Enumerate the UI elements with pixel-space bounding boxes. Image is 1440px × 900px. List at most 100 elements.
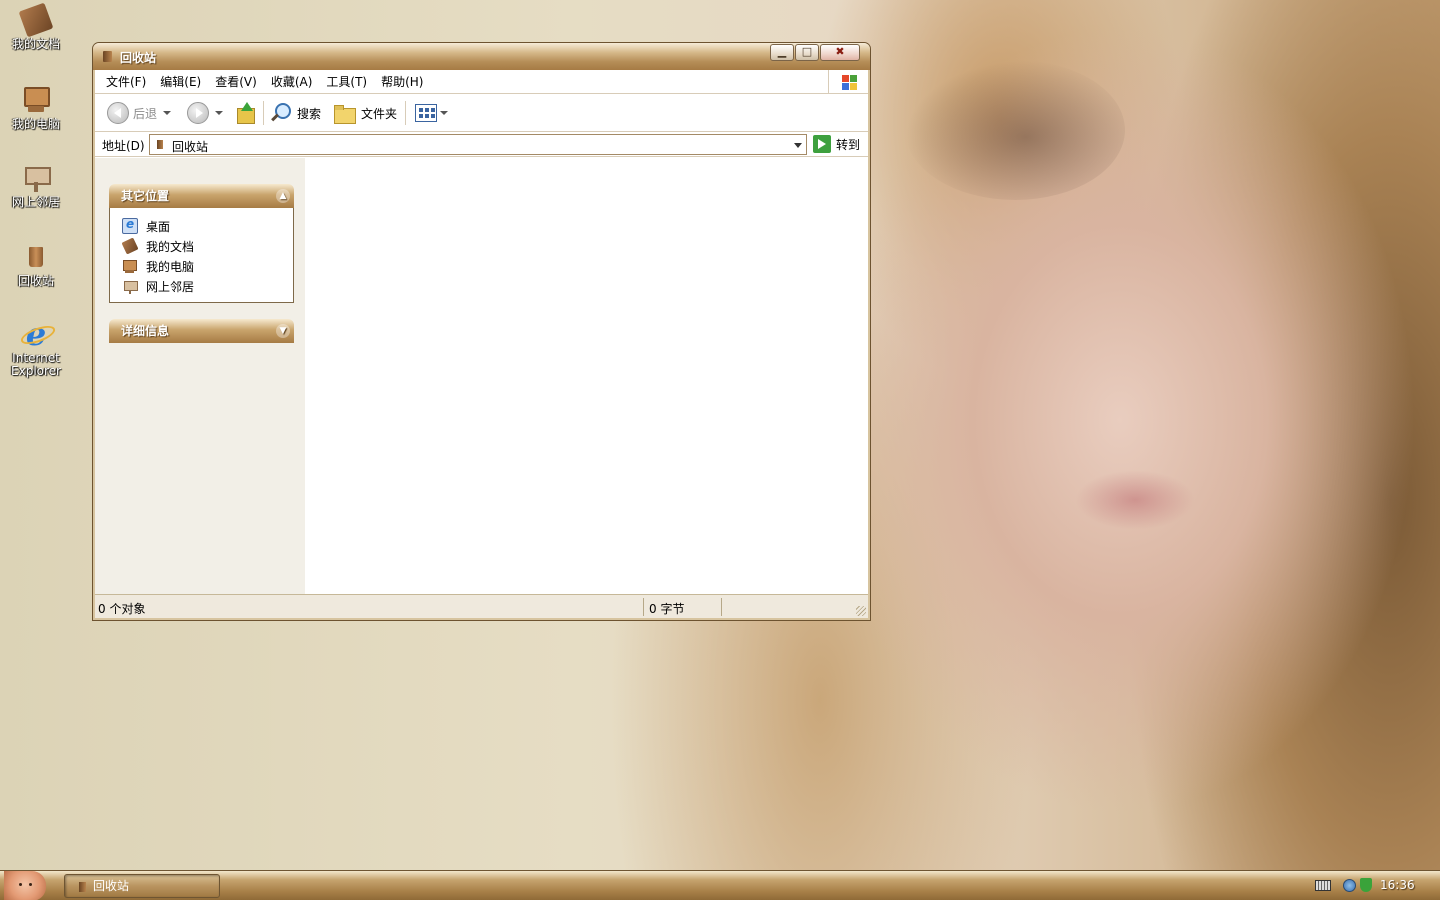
my-documents-icon bbox=[121, 237, 139, 255]
my-documents-icon bbox=[18, 2, 54, 38]
back-button[interactable]: 后退 bbox=[107, 101, 172, 125]
desktop-icon-label: 回收站 bbox=[17, 274, 54, 288]
go-arrow-icon bbox=[813, 135, 831, 153]
other-places-item-my-computer[interactable]: 我的电脑 bbox=[122, 256, 293, 276]
chevron-down-icon bbox=[163, 111, 172, 115]
status-divider bbox=[643, 598, 644, 616]
maximize-button[interactable]: □ bbox=[795, 44, 819, 61]
desktop-icon-label: 我的文档 bbox=[11, 37, 60, 51]
search-label: 搜索 bbox=[297, 106, 322, 121]
desktop-icon-label: 网上邻居 bbox=[11, 195, 60, 209]
views-icon bbox=[415, 104, 437, 122]
menu-edit[interactable]: 编辑(E) bbox=[154, 73, 209, 90]
recycle-bin-window: 回收站 ▁ □ ✖ 文件(F) 编辑(E) 查看(V) 收藏(A) 工具(T) … bbox=[92, 42, 871, 621]
security-shield-icon[interactable] bbox=[1360, 878, 1372, 892]
recycle-bin-icon bbox=[79, 882, 86, 892]
search-button[interactable]: 搜索 bbox=[269, 101, 321, 125]
folder-icon bbox=[333, 104, 356, 124]
recycle-bin-icon bbox=[20, 241, 52, 273]
start-button[interactable] bbox=[4, 871, 46, 900]
status-divider bbox=[721, 598, 722, 616]
menu-view[interactable]: 查看(V) bbox=[209, 73, 265, 90]
chevron-down-icon bbox=[440, 111, 448, 115]
menu-favorites[interactable]: 收藏(A) bbox=[265, 73, 321, 90]
keyboard-icon[interactable] bbox=[1315, 880, 1331, 891]
clock[interactable]: 16:36 bbox=[1380, 878, 1415, 892]
menu-bar: 文件(F) 编辑(E) 查看(V) 收藏(A) 工具(T) 帮助(H) bbox=[95, 70, 868, 94]
status-bar: 0 个对象 0 字节 bbox=[95, 594, 868, 618]
desktop-icon bbox=[122, 217, 138, 234]
address-bar: 地址(D) 回收站 转到 bbox=[95, 132, 868, 157]
address-input[interactable]: 回收站 bbox=[149, 134, 807, 155]
other-places-list: 桌面 我的文档 我的电脑 网上邻居 bbox=[109, 208, 294, 303]
wallpaper-detail bbox=[905, 60, 1125, 200]
status-size: 0 字节 bbox=[649, 602, 685, 616]
go-label: 转到 bbox=[836, 137, 861, 152]
taskbar-item-label: 回收站 bbox=[93, 879, 130, 893]
recycle-bin-icon bbox=[157, 140, 163, 149]
other-places-label: 我的电脑 bbox=[146, 259, 195, 274]
address-label: 地址(D) bbox=[102, 139, 145, 153]
folder-up-icon bbox=[235, 102, 255, 124]
taskbar: 回收站 16:36 bbox=[0, 870, 1440, 900]
menu-help[interactable]: 帮助(H) bbox=[375, 73, 431, 90]
desktop-icon-internet-explorer[interactable]: e Internet Explorer bbox=[0, 318, 72, 378]
network-places-icon bbox=[20, 162, 52, 194]
close-button[interactable]: ✖ bbox=[820, 44, 860, 61]
wallpaper-detail bbox=[1075, 470, 1195, 530]
forward-button[interactable] bbox=[187, 101, 223, 125]
resize-grip[interactable] bbox=[856, 606, 866, 616]
other-places-title: 其它位置 bbox=[121, 189, 170, 203]
back-arrow-icon bbox=[107, 102, 129, 124]
desktop-icon-my-computer[interactable]: 我的电脑 bbox=[0, 84, 72, 131]
forward-arrow-icon bbox=[187, 102, 209, 124]
desktop-icon-my-documents[interactable]: 我的文档 bbox=[0, 2, 72, 51]
network-places-icon bbox=[122, 278, 138, 294]
recycle-bin-icon bbox=[103, 51, 112, 62]
windows-logo-icon bbox=[828, 70, 868, 93]
desktop-icon-recycle-bin[interactable]: 回收站 bbox=[0, 241, 72, 288]
details-title: 详细信息 bbox=[121, 324, 170, 338]
go-button[interactable]: 转到 bbox=[813, 135, 860, 153]
window-body: 文件(F) 编辑(E) 查看(V) 收藏(A) 工具(T) 帮助(H) 后退 搜… bbox=[95, 70, 868, 618]
folder-content-area[interactable]: 其它位置 ▲ 桌面 我的文档 bbox=[95, 158, 868, 594]
internet-explorer-icon: e bbox=[20, 318, 52, 350]
window-titlebar[interactable]: 回收站 ▁ □ ✖ bbox=[93, 43, 870, 70]
desktop-icon-label: 我的电脑 bbox=[11, 117, 60, 131]
minimize-button[interactable]: ▁ bbox=[770, 44, 794, 61]
window-title: 回收站 bbox=[120, 51, 157, 65]
other-places-label: 桌面 bbox=[146, 219, 171, 234]
views-button[interactable] bbox=[415, 101, 448, 125]
details-panel: 详细信息 ▼ bbox=[109, 319, 294, 343]
my-computer-icon bbox=[122, 258, 138, 274]
other-places-label: 网上邻居 bbox=[146, 279, 195, 294]
my-computer-icon bbox=[20, 84, 52, 116]
other-places-item-network-places[interactable]: 网上邻居 bbox=[122, 276, 293, 296]
standard-toolbar: 后退 搜索 文件夹 bbox=[95, 94, 868, 132]
other-places-item-desktop[interactable]: 桌面 bbox=[122, 216, 293, 236]
system-tray: 16:36 bbox=[1310, 871, 1440, 900]
back-label: 后退 bbox=[133, 106, 158, 121]
desktop-icon-label: Internet Explorer bbox=[11, 351, 61, 378]
chevron-down-icon[interactable]: ▼ bbox=[276, 324, 290, 338]
address-value: 回收站 bbox=[172, 140, 209, 154]
other-places-label: 我的文档 bbox=[146, 239, 195, 254]
details-header[interactable]: 详细信息 ▼ bbox=[109, 319, 294, 343]
toolbar-divider bbox=[405, 101, 406, 125]
folders-button[interactable]: 文件夹 bbox=[333, 101, 397, 125]
chevron-down-icon[interactable] bbox=[794, 143, 802, 148]
status-object-count: 0 个对象 bbox=[98, 602, 146, 616]
chevron-down-icon bbox=[215, 111, 223, 115]
search-icon bbox=[269, 102, 291, 124]
menu-file[interactable]: 文件(F) bbox=[100, 73, 154, 90]
up-button[interactable] bbox=[235, 101, 255, 125]
network-icon[interactable] bbox=[1343, 879, 1356, 892]
toolbar-divider bbox=[263, 101, 264, 125]
other-places-header[interactable]: 其它位置 ▲ bbox=[109, 184, 294, 208]
taskbar-item-recycle-bin[interactable]: 回收站 bbox=[64, 874, 220, 898]
folders-label: 文件夹 bbox=[361, 106, 398, 121]
other-places-item-my-documents[interactable]: 我的文档 bbox=[121, 236, 293, 256]
menu-tools[interactable]: 工具(T) bbox=[320, 73, 375, 90]
desktop-icon-network-places[interactable]: 网上邻居 bbox=[0, 162, 72, 209]
chevron-up-icon[interactable]: ▲ bbox=[276, 189, 290, 203]
